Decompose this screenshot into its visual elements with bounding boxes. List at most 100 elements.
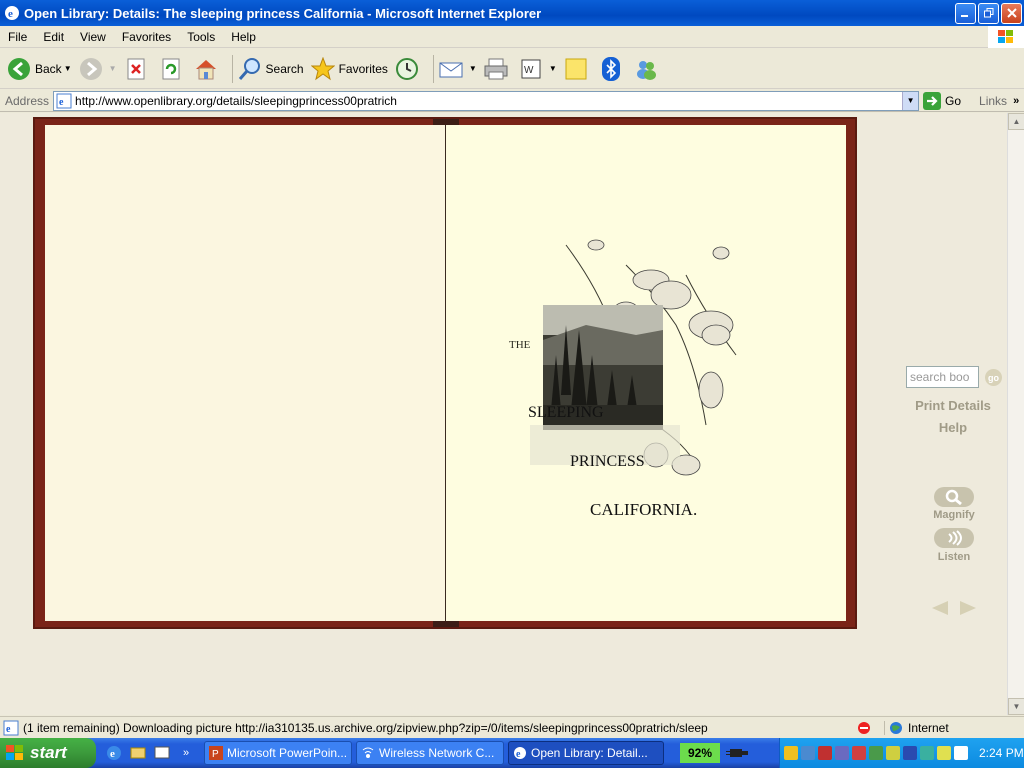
page-loading-icon: e — [3, 720, 19, 735]
chevron-down-icon[interactable]: ▼ — [64, 64, 72, 73]
tray-icon[interactable] — [954, 746, 968, 760]
stop-button[interactable] — [123, 56, 152, 82]
tray-icon[interactable] — [852, 746, 866, 760]
svg-text:e: e — [110, 748, 115, 760]
vertical-scrollbar[interactable]: ▲ ▼ — [1007, 113, 1024, 715]
links-toolbar[interactable]: Links — [979, 94, 1007, 108]
menu-file[interactable]: File — [0, 30, 35, 44]
title-illustration: THE SLEEPING PRINCESS CALIFORNIA. — [509, 239, 737, 519]
left-page[interactable] — [45, 125, 445, 621]
previous-page-icon[interactable] — [930, 599, 950, 617]
search-button[interactable]: Search — [237, 56, 304, 82]
messenger-button[interactable] — [633, 56, 662, 82]
task-powerpoint[interactable]: P Microsoft PowerPoin... — [204, 741, 352, 765]
bluetooth-button[interactable] — [598, 56, 627, 82]
chevron-right-icon[interactable]: » — [1013, 95, 1019, 107]
search-go-button[interactable]: go — [985, 369, 1002, 386]
next-page-icon[interactable] — [958, 599, 978, 617]
svg-text:e: e — [8, 8, 13, 20]
restore-button[interactable] — [978, 2, 999, 24]
book-viewer: THE SLEEPING PRINCESS CALIFORNIA. — [33, 117, 857, 629]
ie-icon: e — [5, 6, 19, 20]
stop-icon — [123, 56, 149, 82]
address-dropdown-icon[interactable]: ▼ — [902, 91, 919, 110]
tray-icon[interactable] — [869, 746, 883, 760]
back-label: Back — [35, 61, 62, 76]
start-label: start — [30, 743, 67, 762]
status-message: (1 item remaining) Downloading picture h… — [23, 720, 708, 735]
zone-label: Internet — [908, 720, 949, 735]
task-internet-explorer[interactable]: e Open Library: Detail... — [508, 741, 664, 765]
notes-button[interactable] — [563, 56, 592, 82]
tray-icon[interactable] — [835, 746, 849, 760]
book-search-input[interactable]: search boo — [906, 366, 979, 388]
menu-edit[interactable]: Edit — [35, 30, 72, 44]
tray-icon[interactable] — [784, 746, 798, 760]
right-page[interactable]: THE SLEEPING PRINCESS CALIFORNIA. — [446, 125, 846, 621]
clock[interactable]: 2:24 PM — [979, 746, 1024, 760]
close-icon — [1006, 8, 1017, 18]
history-button[interactable] — [394, 56, 423, 82]
chevron-down-icon[interactable]: ▼ — [469, 64, 477, 73]
forward-arrow-icon — [78, 56, 104, 82]
outlook-quicklaunch-icon[interactable] — [128, 743, 148, 763]
tray-icon[interactable] — [920, 746, 934, 760]
menu-view[interactable]: View — [72, 30, 114, 44]
battery-meter[interactable]: 92% — [680, 743, 720, 763]
scroll-down-icon[interactable]: ▼ — [1008, 698, 1024, 715]
minimize-button[interactable] — [955, 2, 976, 24]
forward-button[interactable]: ▼ — [78, 56, 117, 82]
task-label: Wireless Network C... — [379, 746, 495, 760]
popup-blocked-icon[interactable] — [844, 721, 884, 735]
refresh-button[interactable] — [158, 56, 187, 82]
security-zone: Internet — [884, 720, 1024, 735]
scroll-up-icon[interactable]: ▲ — [1008, 113, 1024, 130]
ie-quicklaunch-icon[interactable]: e — [104, 743, 124, 763]
svg-text:W: W — [524, 65, 534, 76]
tray-icon[interactable] — [937, 746, 951, 760]
menu-tools[interactable]: Tools — [179, 30, 223, 44]
address-label: Address — [5, 93, 50, 108]
go-button[interactable]: Go — [923, 91, 961, 110]
favorites-button[interactable]: Favorites — [310, 56, 388, 82]
back-button[interactable]: Back ▼ — [6, 56, 72, 82]
standard-toolbar: Back ▼ ▼ Search Favorites ▼ W ▼ — [0, 49, 1024, 89]
tray-icon[interactable] — [886, 746, 900, 760]
listen-label: Listen — [937, 551, 971, 563]
magnify-button[interactable] — [934, 487, 974, 507]
sticky-note-icon — [563, 56, 589, 82]
home-icon — [193, 56, 219, 82]
svg-text:P: P — [212, 749, 219, 760]
close-button[interactable] — [1001, 2, 1022, 24]
svg-text:e: e — [59, 97, 64, 108]
refresh-icon — [158, 56, 184, 82]
listen-button[interactable] — [934, 528, 974, 548]
tray-icon[interactable] — [818, 746, 832, 760]
show-desktop-icon[interactable] — [152, 743, 172, 763]
window-title: Open Library: Details: The sleeping prin… — [24, 5, 542, 21]
tray-icon[interactable] — [903, 746, 917, 760]
address-input[interactable]: e http://www.openlibrary.org/details/sle… — [53, 90, 920, 111]
title-princess: PRINCESS — [570, 453, 645, 470]
start-button[interactable]: start — [0, 738, 96, 768]
chevron-down-icon[interactable]: ▼ — [549, 64, 557, 73]
chevron-down-icon[interactable]: ▼ — [109, 64, 117, 73]
mail-button[interactable]: ▼ — [438, 56, 477, 82]
tray-icon[interactable] — [801, 746, 815, 760]
title-sleeping: SLEEPING — [528, 404, 604, 421]
magnify-label: Magnify — [933, 509, 975, 521]
task-wireless-network[interactable]: Wireless Network C... — [356, 741, 504, 765]
address-url[interactable]: http://www.openlibrary.org/details/sleep… — [72, 94, 902, 108]
wireless-icon — [362, 747, 374, 758]
menu-favorites[interactable]: Favorites — [114, 30, 179, 44]
print-details-link[interactable]: Print Details — [898, 398, 1008, 413]
power-plug-icon[interactable] — [726, 745, 750, 761]
page-icon: e — [56, 93, 72, 108]
edit-button[interactable]: W ▼ — [518, 56, 557, 82]
chevron-right-icon[interactable]: » — [176, 743, 196, 763]
home-button[interactable] — [193, 56, 222, 82]
print-button[interactable] — [483, 56, 512, 82]
menu-help[interactable]: Help — [223, 30, 264, 44]
help-link[interactable]: Help — [898, 420, 1008, 435]
address-bar: Address e http://www.openlibrary.org/det… — [0, 90, 1024, 112]
